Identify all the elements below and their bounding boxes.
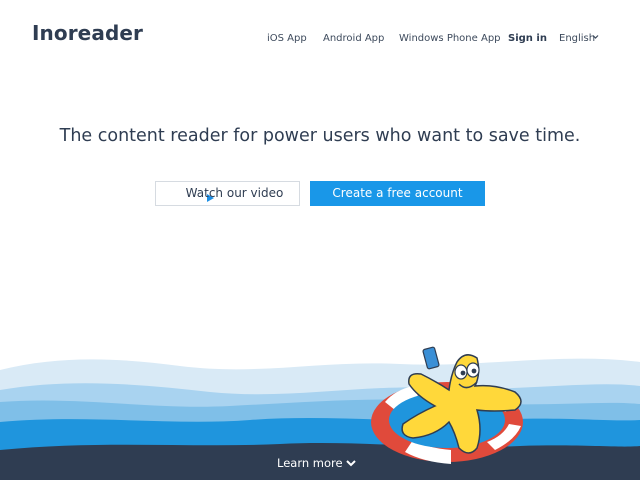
watch-video-button[interactable]: Watch our video bbox=[155, 181, 300, 206]
top-nav: iOS App Android App Windows Phone App Si… bbox=[0, 33, 640, 47]
nav-link-windows-phone[interactable]: Windows Phone App bbox=[399, 33, 501, 45]
learn-more-link[interactable]: Learn more bbox=[277, 456, 343, 470]
chevron-down-icon[interactable] bbox=[592, 32, 599, 44]
create-account-button[interactable]: Create a free account bbox=[310, 181, 485, 206]
watch-video-label: Watch our video bbox=[185, 186, 284, 200]
sign-in-link[interactable]: Sign in bbox=[508, 33, 547, 45]
nav-link-ios[interactable]: iOS App bbox=[267, 33, 307, 45]
hero-headline: The content reader for power users who w… bbox=[59, 126, 581, 146]
nav-link-android[interactable]: Android App bbox=[323, 33, 384, 45]
language-selector[interactable]: English bbox=[559, 33, 595, 45]
chevron-down-icon[interactable] bbox=[345, 458, 357, 468]
mascot-illustration bbox=[371, 346, 523, 464]
